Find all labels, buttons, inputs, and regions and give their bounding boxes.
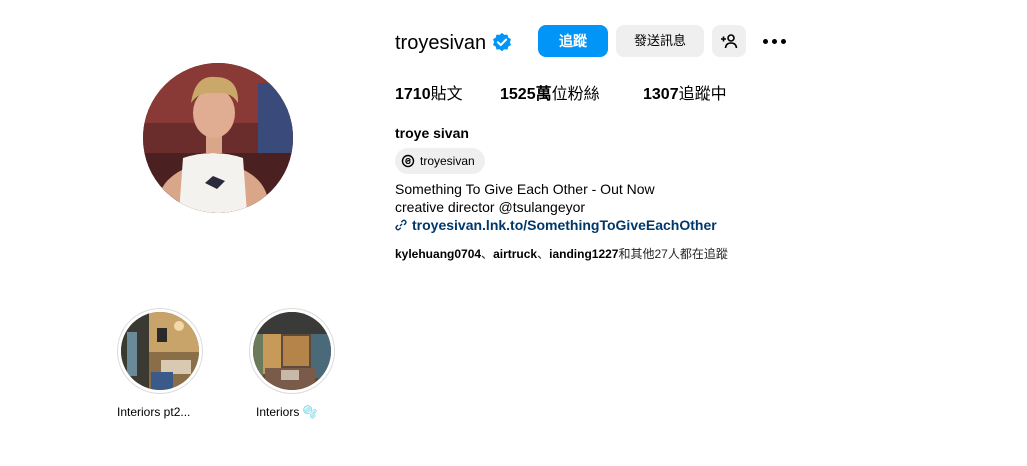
bio-line-1: Something To Give Each Other - Out Now <box>395 181 655 197</box>
highlight-cover <box>121 312 199 390</box>
mutual-user-2[interactable]: airtruck <box>493 247 537 261</box>
more-options-icon[interactable] <box>762 32 788 50</box>
profile-avatar[interactable] <box>143 63 293 213</box>
followed-by-suffix: 和其他27人都在追蹤 <box>618 247 728 261</box>
follow-button[interactable]: 追蹤 <box>538 25 608 57</box>
separator: 、 <box>481 247 494 261</box>
mutual-user-3[interactable]: ianding1227 <box>549 247 618 261</box>
following-stat[interactable]: 1307追蹤中 <box>643 85 727 105</box>
bio-link-text: troyesivan.lnk.to/SomethingToGiveEachOth… <box>412 217 717 233</box>
bio-line-2: creative director @tsulangeyor <box>395 199 586 215</box>
verified-badge-icon <box>493 32 511 52</box>
followers-label: 位粉絲 <box>551 86 600 103</box>
posts-stat: 1710貼文 <box>395 85 463 105</box>
profile-username: troyesivan <box>395 32 487 54</box>
profile-full-name: troye sivan <box>395 125 469 141</box>
separator: 、 <box>537 247 550 261</box>
highlight-ring <box>249 308 335 394</box>
posts-count: 1710 <box>395 86 431 103</box>
followers-count: 1525萬 <box>500 86 552 103</box>
profile-photo <box>143 63 293 213</box>
add-user-icon <box>721 34 738 49</box>
threads-badge[interactable]: troyesivan <box>395 148 485 174</box>
suggested-users-button[interactable] <box>712 25 746 57</box>
highlight-cover <box>253 312 331 390</box>
bio-link[interactable]: troyesivan.lnk.to/SomethingToGiveEachOth… <box>395 216 717 234</box>
followed-by-text[interactable]: kylehuang0704、airtruck、ianding1227和其他27人… <box>395 246 728 262</box>
send-message-button[interactable]: 發送訊息 <box>616 25 704 57</box>
highlight-interiors-pt2[interactable]: Interiors pt2... <box>117 308 203 419</box>
threads-handle: troyesivan <box>420 154 475 168</box>
link-icon <box>395 219 407 231</box>
highlight-label: Interiors 🫧 <box>256 405 318 419</box>
posts-label: 貼文 <box>430 86 463 103</box>
mutual-user-1[interactable]: kylehuang0704 <box>395 247 481 261</box>
following-count: 1307 <box>643 86 679 103</box>
threads-icon <box>401 154 415 168</box>
followers-stat[interactable]: 1525萬位粉絲 <box>500 85 600 105</box>
highlight-interiors[interactable]: Interiors 🫧 <box>249 308 335 419</box>
highlight-ring <box>117 308 203 394</box>
highlight-label: Interiors pt2... <box>117 405 191 419</box>
following-label: 追蹤中 <box>678 86 727 103</box>
